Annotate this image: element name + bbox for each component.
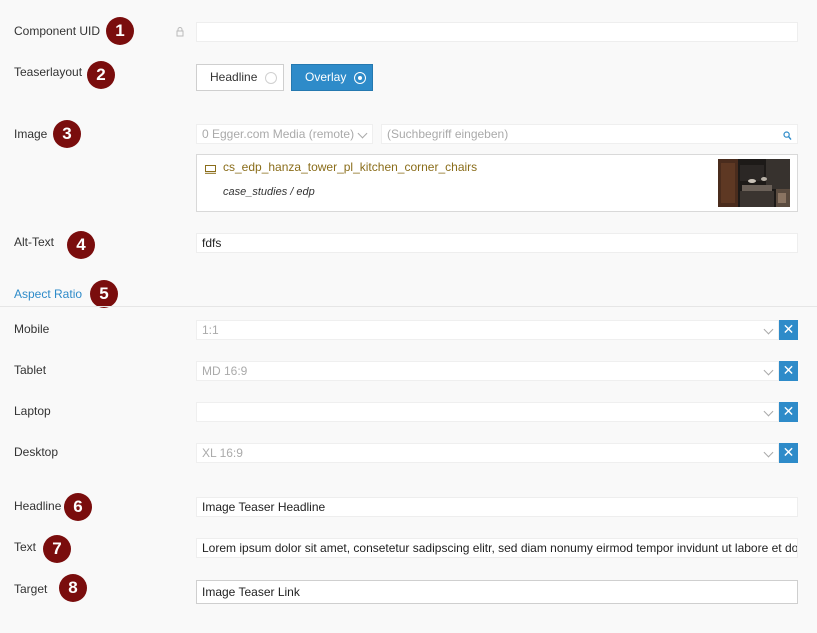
alt-text-label: Alt-Text xyxy=(14,235,55,249)
search-icon xyxy=(783,128,792,143)
media-path: case_studies / edp xyxy=(223,186,315,198)
annotation-badge-4: 4 xyxy=(67,231,95,259)
layout-option-overlay[interactable]: Overlay xyxy=(291,64,373,91)
chevron-down-icon xyxy=(763,447,774,458)
tablet-label: Tablet xyxy=(14,363,47,377)
annotation-badge-5: 5 xyxy=(90,280,118,308)
media-source-select[interactable]: 0 Egger.com Media (remote) xyxy=(196,124,373,144)
target-label: Target xyxy=(14,582,48,596)
chevron-down-icon xyxy=(763,324,774,335)
annotation-badge-2: 2 xyxy=(87,61,115,89)
laptop-ratio-clear-button[interactable]: ✕ xyxy=(779,402,798,422)
mobile-ratio-value: 1:1 xyxy=(202,323,219,337)
media-search-input[interactable]: (Suchbegriff eingeben) xyxy=(381,124,798,144)
annotation-badge-7: 7 xyxy=(43,535,71,563)
chevron-down-icon xyxy=(357,128,368,139)
component-uid-input[interactable] xyxy=(196,22,798,42)
image-label: Image xyxy=(14,127,48,141)
desktop-ratio-value: XL 16:9 xyxy=(202,446,243,460)
target-link-input[interactable]: Image Teaser Link xyxy=(196,580,798,604)
headline-label: Headline xyxy=(14,499,62,513)
lock-icon xyxy=(176,26,184,37)
alt-text-input[interactable]: fdfs xyxy=(196,233,798,253)
desktop-ratio-clear-button[interactable]: ✕ xyxy=(779,443,798,463)
media-source-value: 0 Egger.com Media (remote) xyxy=(202,127,355,141)
media-name-link[interactable]: cs_edp_hanza_tower_pl_kitchen_corner_cha… xyxy=(223,160,477,174)
headline-input[interactable]: Image Teaser Headline xyxy=(196,497,798,517)
mobile-ratio-select[interactable]: 1:1 xyxy=(196,320,779,340)
desktop-label: Desktop xyxy=(14,445,59,459)
tablet-ratio-select[interactable]: MD 16:9 xyxy=(196,361,779,381)
radio-checked-icon xyxy=(354,72,366,84)
chevron-down-icon xyxy=(763,365,774,376)
tablet-ratio-value: MD 16:9 xyxy=(202,364,248,378)
annotation-badge-6: 6 xyxy=(64,493,92,521)
media-search-placeholder: (Suchbegriff eingeben) xyxy=(387,127,509,141)
mobile-label: Mobile xyxy=(14,322,50,336)
annotation-badge-1: 1 xyxy=(106,17,134,45)
aspect-ratio-section-toggle[interactable]: Aspect Ratio xyxy=(14,287,82,301)
text-input[interactable]: Lorem ipsum dolor sit amet, consetetur s… xyxy=(196,538,798,558)
selected-media-card: cs_edp_hanza_tower_pl_kitchen_corner_cha… xyxy=(196,154,798,212)
tablet-ratio-clear-button[interactable]: ✕ xyxy=(779,361,798,381)
media-thumbnail[interactable] xyxy=(718,159,790,207)
laptop-ratio-select[interactable] xyxy=(196,402,779,422)
teaserlayout-label: Teaserlayout xyxy=(14,65,83,79)
radio-unchecked-icon xyxy=(265,72,277,84)
laptop-label: Laptop xyxy=(14,404,51,418)
chevron-down-icon xyxy=(763,406,774,417)
desktop-ratio-select[interactable]: XL 16:9 xyxy=(196,443,779,463)
section-divider xyxy=(0,306,817,307)
media-file-icon xyxy=(205,163,216,177)
layout-option-headline-label: Headline xyxy=(210,70,258,84)
layout-option-headline[interactable]: Headline xyxy=(196,64,284,91)
layout-option-overlay-label: Overlay xyxy=(305,70,347,84)
annotation-badge-8: 8 xyxy=(59,574,87,602)
mobile-ratio-clear-button[interactable]: ✕ xyxy=(779,320,798,340)
component-uid-label: Component UID xyxy=(14,24,101,38)
annotation-badge-3: 3 xyxy=(53,120,81,148)
text-label: Text xyxy=(14,540,37,554)
